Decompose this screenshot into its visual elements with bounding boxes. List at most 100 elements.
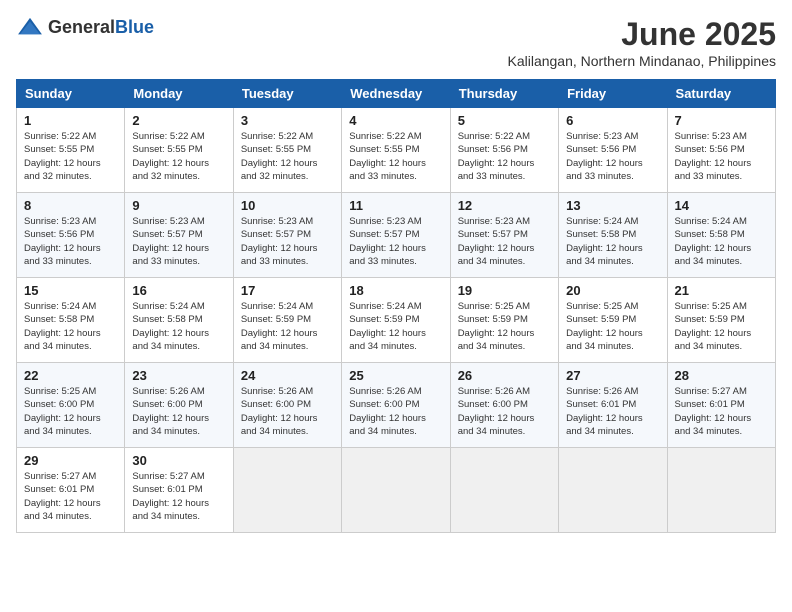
week-row-3: 15 Sunrise: 5:24 AM Sunset: 5:58 PM Dayl… — [17, 278, 776, 363]
calendar-cell — [233, 448, 341, 533]
calendar-cell: 30 Sunrise: 5:27 AM Sunset: 6:01 PM Dayl… — [125, 448, 233, 533]
calendar-cell: 19 Sunrise: 5:25 AM Sunset: 5:59 PM Dayl… — [450, 278, 558, 363]
week-row-5: 29 Sunrise: 5:27 AM Sunset: 6:01 PM Dayl… — [17, 448, 776, 533]
calendar-cell: 26 Sunrise: 5:26 AM Sunset: 6:00 PM Dayl… — [450, 363, 558, 448]
day-detail: Sunrise: 5:26 AM Sunset: 6:00 PM Dayligh… — [349, 385, 442, 438]
calendar-cell: 17 Sunrise: 5:24 AM Sunset: 5:59 PM Dayl… — [233, 278, 341, 363]
calendar-cell: 12 Sunrise: 5:23 AM Sunset: 5:57 PM Dayl… — [450, 193, 558, 278]
day-detail: Sunrise: 5:24 AM Sunset: 5:58 PM Dayligh… — [132, 300, 225, 353]
day-number: 6 — [566, 113, 659, 128]
logo: GeneralBlue — [16, 16, 154, 38]
day-number: 27 — [566, 368, 659, 383]
calendar-cell: 14 Sunrise: 5:24 AM Sunset: 5:58 PM Dayl… — [667, 193, 775, 278]
calendar-cell — [667, 448, 775, 533]
day-detail: Sunrise: 5:25 AM Sunset: 5:59 PM Dayligh… — [458, 300, 551, 353]
weekday-header-monday: Monday — [125, 80, 233, 108]
day-number: 12 — [458, 198, 551, 213]
header: GeneralBlue June 2025 Kalilangan, Northe… — [16, 16, 776, 69]
calendar-cell: 16 Sunrise: 5:24 AM Sunset: 5:58 PM Dayl… — [125, 278, 233, 363]
calendar-cell: 15 Sunrise: 5:24 AM Sunset: 5:58 PM Dayl… — [17, 278, 125, 363]
day-detail: Sunrise: 5:25 AM Sunset: 5:59 PM Dayligh… — [675, 300, 768, 353]
weekday-header-thursday: Thursday — [450, 80, 558, 108]
calendar-cell: 21 Sunrise: 5:25 AM Sunset: 5:59 PM Dayl… — [667, 278, 775, 363]
calendar: SundayMondayTuesdayWednesdayThursdayFrid… — [16, 79, 776, 533]
day-detail: Sunrise: 5:22 AM Sunset: 5:56 PM Dayligh… — [458, 130, 551, 183]
calendar-cell: 6 Sunrise: 5:23 AM Sunset: 5:56 PM Dayli… — [559, 108, 667, 193]
location-title: Kalilangan, Northern Mindanao, Philippin… — [507, 53, 776, 69]
weekday-header-sunday: Sunday — [17, 80, 125, 108]
day-number: 16 — [132, 283, 225, 298]
logo-text-blue: Blue — [115, 17, 154, 37]
day-number: 28 — [675, 368, 768, 383]
day-detail: Sunrise: 5:23 AM Sunset: 5:57 PM Dayligh… — [458, 215, 551, 268]
calendar-cell — [342, 448, 450, 533]
calendar-cell: 7 Sunrise: 5:23 AM Sunset: 5:56 PM Dayli… — [667, 108, 775, 193]
day-number: 14 — [675, 198, 768, 213]
month-title: June 2025 — [507, 16, 776, 53]
title-area: June 2025 Kalilangan, Northern Mindanao,… — [507, 16, 776, 69]
day-number: 11 — [349, 198, 442, 213]
day-number: 1 — [24, 113, 117, 128]
day-detail: Sunrise: 5:23 AM Sunset: 5:56 PM Dayligh… — [566, 130, 659, 183]
logo-icon — [16, 16, 44, 38]
day-detail: Sunrise: 5:22 AM Sunset: 5:55 PM Dayligh… — [24, 130, 117, 183]
calendar-cell: 18 Sunrise: 5:24 AM Sunset: 5:59 PM Dayl… — [342, 278, 450, 363]
day-detail: Sunrise: 5:27 AM Sunset: 6:01 PM Dayligh… — [132, 470, 225, 523]
day-number: 21 — [675, 283, 768, 298]
logo-text-general: General — [48, 17, 115, 37]
day-number: 22 — [24, 368, 117, 383]
weekday-header-friday: Friday — [559, 80, 667, 108]
day-number: 8 — [24, 198, 117, 213]
day-detail: Sunrise: 5:22 AM Sunset: 5:55 PM Dayligh… — [132, 130, 225, 183]
weekday-header-wednesday: Wednesday — [342, 80, 450, 108]
calendar-cell: 10 Sunrise: 5:23 AM Sunset: 5:57 PM Dayl… — [233, 193, 341, 278]
calendar-cell: 29 Sunrise: 5:27 AM Sunset: 6:01 PM Dayl… — [17, 448, 125, 533]
calendar-cell: 1 Sunrise: 5:22 AM Sunset: 5:55 PM Dayli… — [17, 108, 125, 193]
day-detail: Sunrise: 5:22 AM Sunset: 5:55 PM Dayligh… — [349, 130, 442, 183]
weekday-header-tuesday: Tuesday — [233, 80, 341, 108]
day-detail: Sunrise: 5:26 AM Sunset: 6:01 PM Dayligh… — [566, 385, 659, 438]
day-number: 18 — [349, 283, 442, 298]
day-detail: Sunrise: 5:23 AM Sunset: 5:56 PM Dayligh… — [24, 215, 117, 268]
day-number: 17 — [241, 283, 334, 298]
calendar-cell: 2 Sunrise: 5:22 AM Sunset: 5:55 PM Dayli… — [125, 108, 233, 193]
week-row-1: 1 Sunrise: 5:22 AM Sunset: 5:55 PM Dayli… — [17, 108, 776, 193]
calendar-cell: 20 Sunrise: 5:25 AM Sunset: 5:59 PM Dayl… — [559, 278, 667, 363]
day-detail: Sunrise: 5:23 AM Sunset: 5:57 PM Dayligh… — [349, 215, 442, 268]
calendar-cell: 11 Sunrise: 5:23 AM Sunset: 5:57 PM Dayl… — [342, 193, 450, 278]
day-number: 23 — [132, 368, 225, 383]
calendar-cell: 25 Sunrise: 5:26 AM Sunset: 6:00 PM Dayl… — [342, 363, 450, 448]
week-row-4: 22 Sunrise: 5:25 AM Sunset: 6:00 PM Dayl… — [17, 363, 776, 448]
day-number: 13 — [566, 198, 659, 213]
calendar-cell — [450, 448, 558, 533]
calendar-cell: 5 Sunrise: 5:22 AM Sunset: 5:56 PM Dayli… — [450, 108, 558, 193]
calendar-cell: 28 Sunrise: 5:27 AM Sunset: 6:01 PM Dayl… — [667, 363, 775, 448]
calendar-cell: 13 Sunrise: 5:24 AM Sunset: 5:58 PM Dayl… — [559, 193, 667, 278]
day-number: 24 — [241, 368, 334, 383]
day-detail: Sunrise: 5:24 AM Sunset: 5:58 PM Dayligh… — [675, 215, 768, 268]
day-detail: Sunrise: 5:23 AM Sunset: 5:56 PM Dayligh… — [675, 130, 768, 183]
calendar-cell: 27 Sunrise: 5:26 AM Sunset: 6:01 PM Dayl… — [559, 363, 667, 448]
day-detail: Sunrise: 5:26 AM Sunset: 6:00 PM Dayligh… — [132, 385, 225, 438]
day-detail: Sunrise: 5:24 AM Sunset: 5:58 PM Dayligh… — [24, 300, 117, 353]
day-detail: Sunrise: 5:23 AM Sunset: 5:57 PM Dayligh… — [241, 215, 334, 268]
day-number: 15 — [24, 283, 117, 298]
day-number: 26 — [458, 368, 551, 383]
calendar-cell: 23 Sunrise: 5:26 AM Sunset: 6:00 PM Dayl… — [125, 363, 233, 448]
day-number: 4 — [349, 113, 442, 128]
day-number: 5 — [458, 113, 551, 128]
day-number: 9 — [132, 198, 225, 213]
day-detail: Sunrise: 5:25 AM Sunset: 6:00 PM Dayligh… — [24, 385, 117, 438]
week-row-2: 8 Sunrise: 5:23 AM Sunset: 5:56 PM Dayli… — [17, 193, 776, 278]
day-number: 30 — [132, 453, 225, 468]
weekday-header-saturday: Saturday — [667, 80, 775, 108]
calendar-cell: 22 Sunrise: 5:25 AM Sunset: 6:00 PM Dayl… — [17, 363, 125, 448]
day-detail: Sunrise: 5:27 AM Sunset: 6:01 PM Dayligh… — [675, 385, 768, 438]
day-detail: Sunrise: 5:24 AM Sunset: 5:58 PM Dayligh… — [566, 215, 659, 268]
calendar-cell: 8 Sunrise: 5:23 AM Sunset: 5:56 PM Dayli… — [17, 193, 125, 278]
day-number: 2 — [132, 113, 225, 128]
day-number: 7 — [675, 113, 768, 128]
calendar-cell: 4 Sunrise: 5:22 AM Sunset: 5:55 PM Dayli… — [342, 108, 450, 193]
calendar-cell: 9 Sunrise: 5:23 AM Sunset: 5:57 PM Dayli… — [125, 193, 233, 278]
day-number: 3 — [241, 113, 334, 128]
